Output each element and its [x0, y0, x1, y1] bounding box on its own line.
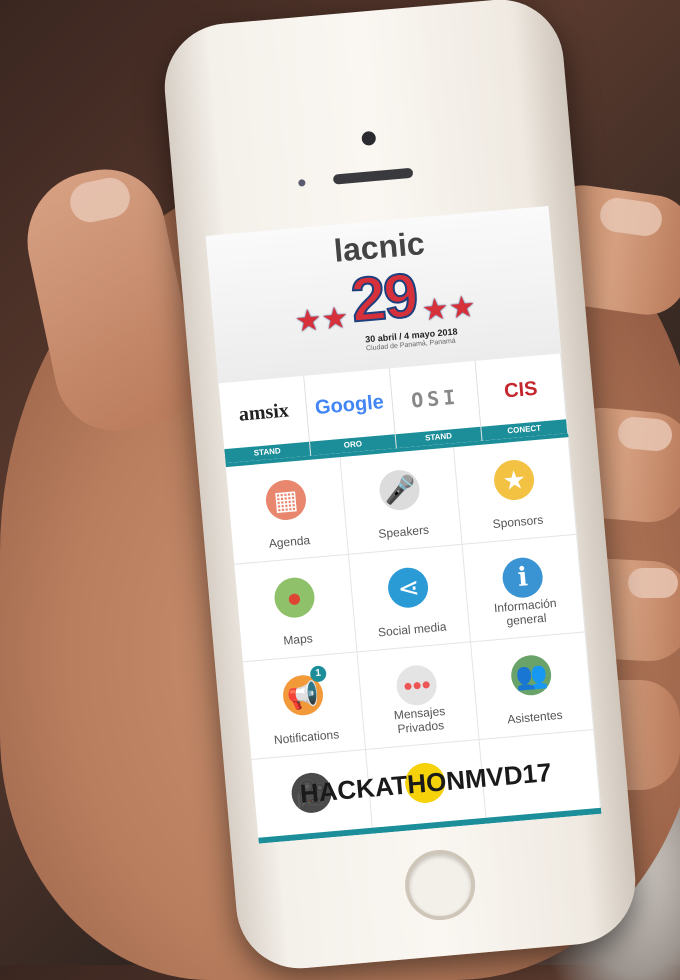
- tile-label: Maps: [282, 631, 314, 648]
- phone: lacnic ★★ 29 ★★ 30 abril / 4 mayo 2018 C…: [159, 0, 641, 974]
- google-logo: Google: [314, 391, 385, 420]
- microphone-icon: 🎤: [378, 468, 422, 512]
- tile-label: Social media: [377, 619, 448, 640]
- tile-label: Speakers: [377, 522, 430, 542]
- tile-agenda[interactable]: ▦ Agenda: [225, 457, 349, 565]
- calendar-icon: ▦: [264, 478, 308, 522]
- tile-label: Información general: [468, 594, 584, 632]
- tile-label: Sponsors: [492, 512, 544, 532]
- event-header: lacnic ★★ 29 ★★ 30 abril / 4 mayo 2018 C…: [205, 206, 562, 384]
- tile-maps[interactable]: ● Maps: [234, 554, 358, 663]
- tile-label: Notifications: [273, 727, 340, 747]
- finger-nail-2: [616, 415, 674, 453]
- tile-social-media[interactable]: ⋖ Social media: [348, 544, 472, 653]
- tile-speakers[interactable]: 🎤 Speakers: [340, 447, 463, 555]
- info-icon: i: [501, 555, 545, 600]
- amsix-logo: amsix: [237, 399, 290, 426]
- chat-bubble-icon: •••: [395, 663, 439, 707]
- menu-grid: ▦ Agenda 🎤 Speakers ★ Sponsors ● Maps ⋖ …: [225, 437, 602, 844]
- tile-label: Mensajes Privados: [362, 701, 478, 739]
- osi-logo: OSI: [410, 384, 461, 413]
- app-screen: lacnic ★★ 29 ★★ 30 abril / 4 mayo 2018 C…: [205, 206, 602, 844]
- hackathon-logo: HACK ATHON MVD17: [299, 757, 553, 809]
- map-icon: ●: [272, 575, 316, 620]
- star-icon: ★★: [420, 290, 477, 328]
- share-icon: ⋖: [386, 565, 431, 610]
- tile-label-line-2: Privados: [396, 718, 445, 737]
- sponsor-cisco[interactable]: CIS CONECT: [475, 353, 569, 441]
- hack-line-2: ATHON: [373, 764, 467, 803]
- event-number: 29: [347, 260, 420, 336]
- tile-sponsors[interactable]: ★ Sponsors: [454, 437, 578, 545]
- tile-label: Asistentes: [506, 707, 564, 727]
- finger-nail-3: [628, 568, 678, 598]
- tile-label: Agenda: [268, 533, 311, 551]
- hack-line-1: HACK: [298, 772, 377, 809]
- trophy-icon: ★: [492, 458, 536, 502]
- people-icon: 👥: [509, 653, 553, 697]
- notification-badge: 1: [309, 665, 327, 683]
- sponsor-amsix[interactable]: amsix STAND: [218, 375, 312, 464]
- tile-label-line-2: general: [505, 610, 547, 629]
- tile-informacion-general[interactable]: i Información general: [462, 534, 586, 643]
- tile-notifications[interactable]: 📢 1 Notifications: [242, 652, 366, 760]
- sponsor-google[interactable]: Google ORO: [304, 368, 397, 456]
- star-icon: ★★: [293, 301, 350, 339]
- tile-mensajes-privados[interactable]: ••• Mensajes Privados: [357, 642, 480, 751]
- tile-asistentes[interactable]: 👥 Asistentes: [471, 632, 595, 741]
- cisco-logo: CIS: [503, 377, 539, 403]
- sponsor-osi[interactable]: OSI STAND: [389, 360, 483, 449]
